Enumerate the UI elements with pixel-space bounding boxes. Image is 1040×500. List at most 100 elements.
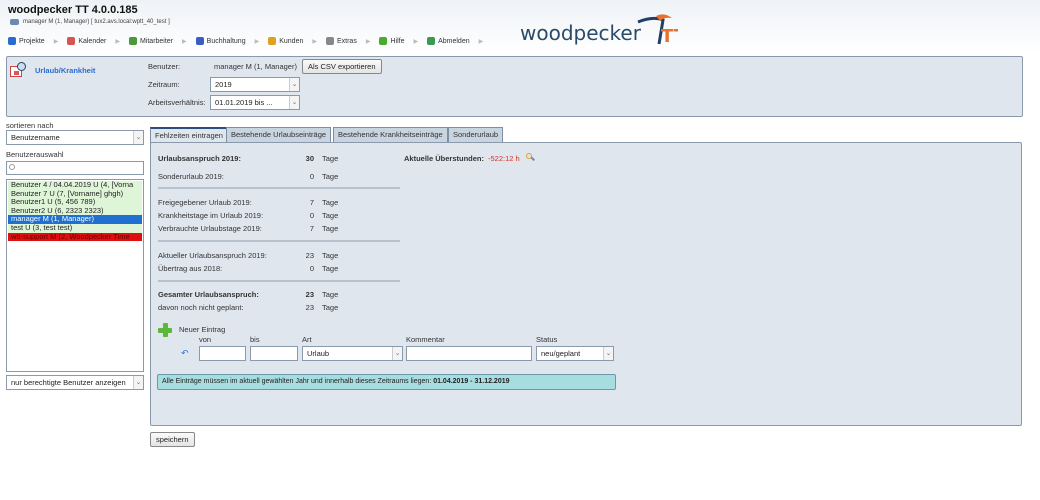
nav-projekte[interactable]: Projekte (8, 37, 45, 45)
type-label: Art (302, 335, 312, 344)
status-value: neu/geplant (541, 349, 581, 358)
export-csv-button[interactable]: Als CSV exportieren (302, 59, 382, 74)
nav-mitarbeiter[interactable]: Mitarbeiter (128, 37, 174, 45)
magnifier-icon[interactable] (526, 153, 535, 162)
summary-label: Freigegebener Urlaub 2019: (158, 198, 252, 207)
to-date-input[interactable] (250, 346, 298, 361)
search-icon (9, 164, 15, 170)
summary-row: Verbrauchte Urlaubstage 2019: 7 Tage (158, 224, 358, 234)
summary-row: Krankheitstage im Urlaub 2019: 0 Tage (158, 211, 358, 221)
summary-row: Aktueller Urlaubsanspruch 2019: 23 Tage (158, 251, 358, 261)
sort-label: sortieren nach (6, 121, 54, 130)
period-select[interactable]: 2019 ⌄ (210, 77, 300, 92)
nav-buchhaltung[interactable]: Buchhaltung (195, 37, 246, 45)
summary-unit: Tage (322, 198, 339, 207)
user-list[interactable]: Benutzer 4 / 04.04.2019 U (4, [Vorna Benu… (6, 179, 144, 372)
summary-label: davon noch nicht geplant: (158, 303, 244, 312)
user-selection-label: Benutzerauswahl (6, 150, 64, 159)
arrow-icon: ▶ (478, 38, 484, 45)
summary-value: 0 (309, 264, 314, 273)
comment-input[interactable] (406, 346, 532, 361)
arrow-icon: ▶ (413, 38, 419, 45)
sort-select[interactable]: Benutzername ⌄ (6, 130, 144, 145)
users-icon (128, 37, 137, 45)
user-label: Benutzer: (148, 62, 181, 71)
summary-label: Gesamter Urlaubsanspruch: (158, 290, 259, 299)
svg-text:TT: TT (661, 26, 678, 46)
undo-icon[interactable]: ↶ (181, 348, 189, 359)
summary-unit: Tage (322, 172, 339, 181)
user-search-input[interactable] (6, 161, 144, 175)
employment-select[interactable]: 01.01.2019 bis ... ⌄ (210, 95, 300, 110)
from-label: von (199, 335, 212, 344)
vacation-calendar-icon (10, 62, 26, 78)
user-list-item[interactable]: Benutzer 7 U (7, [Vorname] ghgh) (8, 189, 142, 199)
svg-text:woodpecker: woodpecker (520, 21, 642, 45)
user-list-item[interactable]: Benutzer1 U (5, 456 789) (8, 198, 142, 207)
user-list-item[interactable]: test U (3, test test) (8, 223, 142, 233)
from-date-input[interactable] (199, 346, 246, 361)
employment-label: Arbeitsverhältnis: (148, 98, 206, 107)
employment-value: 01.01.2019 bis ... (215, 98, 273, 107)
nav-label: Abmelden (438, 37, 470, 45)
summary-value: 7 (309, 224, 314, 233)
type-select[interactable]: Urlaub ⌄ (302, 346, 403, 361)
chevron-down-icon: ⌄ (133, 376, 143, 389)
new-entry-label: Neuer Eintrag (179, 325, 226, 334)
tab-urlaubseintraege[interactable]: Bestehende Urlaubseinträge (226, 127, 332, 142)
summary-unit: Tage (322, 154, 339, 163)
module-title[interactable]: Urlaub/Krankheit (35, 66, 95, 75)
user-list-item[interactable]: wtt-support M (2, Woodpecker Time (8, 232, 142, 242)
arrow-icon: ▶ (254, 38, 260, 45)
arrow-icon: ▶ (365, 38, 371, 45)
sort-value: Benutzername (11, 133, 60, 142)
comment-label: Kommentar (406, 335, 445, 344)
user-filter-select[interactable]: nur berechtigte Benutzer anzeigen ⌄ (6, 375, 144, 390)
nav-label: Mitarbeiter (139, 37, 174, 45)
nav-extras[interactable]: Extras (325, 37, 357, 45)
summary-unit: Tage (322, 224, 339, 233)
divider (158, 280, 400, 282)
summary-row: Freigegebener Urlaub 2019: 7 Tage (158, 198, 358, 208)
nav-abmelden[interactable]: Abmelden (427, 37, 470, 45)
nav-label: Kunden (279, 37, 304, 45)
summary-label: Sonderurlaub 2019: (158, 172, 224, 181)
arrow-icon: ▶ (115, 38, 120, 45)
status-select[interactable]: neu/geplant ⌄ (536, 346, 614, 361)
nav-kunden[interactable]: Kunden (268, 37, 303, 45)
user-value: manager M (1, Manager) (214, 62, 297, 71)
summary-value: 23 (305, 251, 314, 260)
calendar-icon (67, 37, 76, 45)
summary-label: Urlaubsanspruch 2019: (158, 154, 241, 163)
type-value: Urlaub (307, 349, 330, 358)
date-range-info: Alle Einträge müssen im aktuell gewählte… (157, 374, 616, 390)
to-label: bis (250, 335, 260, 344)
add-entry-icon[interactable] (158, 323, 172, 337)
nav-hilfe[interactable]: Hilfe (379, 37, 404, 45)
arrow-icon: ▶ (182, 38, 187, 45)
user-list-item[interactable]: Benutzer 4 / 04.04.2019 U (4, [Vorna (8, 181, 142, 190)
app-title: woodpecker TT 4.0.0.185 (8, 4, 138, 16)
summary-unit: Tage (322, 290, 339, 299)
tab-fehlzeiten[interactable]: Fehlzeiten eintragen (150, 127, 228, 143)
chevron-down-icon: ⌄ (289, 78, 299, 91)
summary-row: Urlaubsanspruch 2019: 30 Tage (158, 154, 358, 164)
session-info: manager M (1, Manager) [ tux2.avs.local:… (10, 19, 170, 25)
info-range: 01.04.2019 - 31.12.2019 (433, 378, 510, 385)
chevron-down-icon: ⌄ (289, 96, 299, 109)
summary-row: davon noch nicht geplant: 23 Tage (158, 303, 358, 313)
user-list-item[interactable]: manager M (1, Manager) (8, 215, 142, 224)
save-button[interactable]: speichern (150, 432, 195, 447)
nav-label: Projekte (19, 37, 45, 45)
user-list-item[interactable]: Benutzer2 U (6, 2323 2323) (8, 206, 142, 216)
tab-sonderurlaub[interactable]: Sonderurlaub (448, 127, 504, 142)
tab-krankheitseintraege[interactable]: Bestehende Krankheitseinträge (333, 127, 448, 142)
monitor-icon (10, 19, 19, 25)
nav-label: Extras (336, 37, 357, 45)
summary-row: Übertrag aus 2018: 0 Tage (158, 264, 358, 274)
nav-label: Kalender (78, 37, 107, 45)
user-filter-value: nur berechtigte Benutzer anzeigen (11, 378, 126, 387)
nav-kalender[interactable]: Kalender (67, 37, 106, 45)
nav-label: Buchhaltung (206, 37, 246, 45)
logout-icon (427, 37, 436, 45)
